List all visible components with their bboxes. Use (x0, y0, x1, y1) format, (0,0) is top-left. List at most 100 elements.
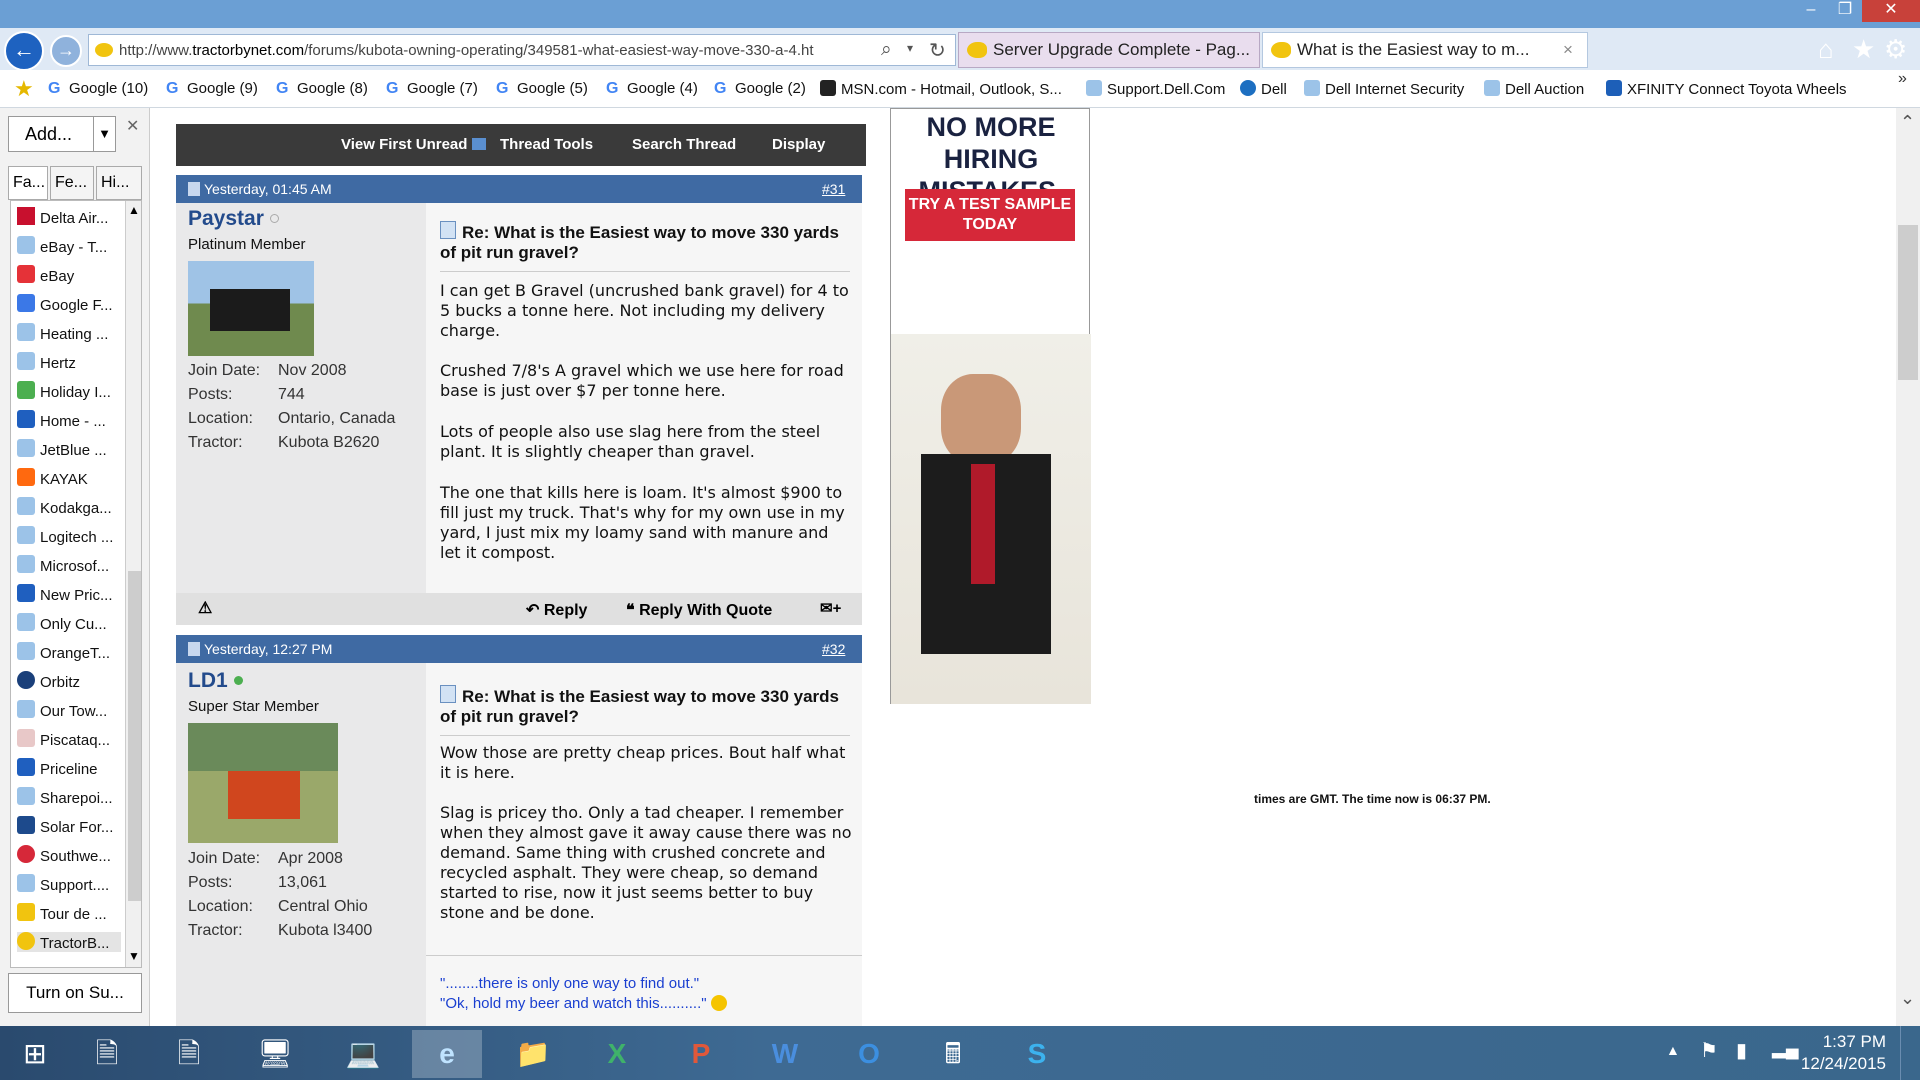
taskbar-explorer-icon[interactable]: 📁 (498, 1030, 568, 1078)
list-item[interactable]: Kodakga... (17, 497, 112, 517)
taskbar-app-computer-icon[interactable]: 💻 (328, 1030, 398, 1078)
battery-icon[interactable]: ▮ (1736, 1038, 1747, 1063)
list-item[interactable]: New Pric... (17, 584, 113, 604)
show-desktop-button[interactable] (1900, 1026, 1920, 1080)
username-link[interactable]: LD1 (188, 669, 243, 693)
list-item[interactable]: eBay (17, 265, 74, 285)
maximize-button[interactable]: ❐ (1828, 0, 1862, 22)
display-button[interactable]: Display (772, 136, 825, 153)
fav-dell-auction[interactable]: Dell Auction (1484, 80, 1584, 98)
scroll-up-arrow-icon[interactable]: ▲ (128, 203, 140, 217)
taskbar-skype-icon[interactable]: S (1002, 1030, 1072, 1078)
start-button[interactable]: ⊞ (0, 1030, 70, 1078)
turn-on-suggested-sites-button[interactable]: Turn on Su... (8, 973, 142, 1013)
post-number-link[interactable]: #32 (822, 635, 845, 663)
taskbar-app-file-icon[interactable]: 🗎 (72, 1030, 142, 1078)
list-item[interactable]: Orbitz (17, 671, 80, 691)
taskbar-calculator-icon[interactable]: 🖩 (918, 1030, 988, 1078)
list-item[interactable]: Home - ... (17, 410, 106, 430)
fav-google-4[interactable]: G Google (4) (606, 80, 698, 97)
close-window-button[interactable]: ✕ (1862, 0, 1920, 22)
list-item[interactable]: Support.... (17, 874, 109, 894)
home-icon[interactable]: ⌂ (1818, 34, 1834, 65)
refresh-icon[interactable]: ↻ (929, 38, 946, 63)
list-item[interactable]: Tour de ... (17, 903, 107, 923)
tab-close-icon[interactable]: × (1563, 33, 1573, 67)
fav-xfinity[interactable]: XFINITY Connect Toyota Wheels (1606, 80, 1847, 98)
scroll-up-arrow-icon[interactable]: ⌃ (1900, 112, 1915, 133)
more-favorites-chevron-icon[interactable]: » (1898, 70, 1907, 88)
close-sidebar-icon[interactable]: ✕ (126, 116, 139, 136)
taskbar-outlook-icon[interactable]: O (834, 1030, 904, 1078)
list-item[interactable]: Solar For... (17, 816, 113, 836)
page-scroll-thumb[interactable] (1898, 225, 1918, 380)
list-item[interactable]: OrangeT... (17, 642, 110, 662)
fav-google-2[interactable]: G Google (2) (714, 80, 806, 97)
list-item[interactable]: Holiday I... (17, 381, 111, 401)
gear-icon[interactable]: ⚙ (1884, 34, 1907, 65)
taskbar-app-control-icon[interactable]: 🖥 (240, 1030, 310, 1078)
user-avatar[interactable] (188, 261, 314, 356)
username-link[interactable]: Paystar (188, 207, 279, 231)
list-item[interactable]: Heating ... (17, 323, 108, 343)
fav-support-dell[interactable]: Support.Dell.Com (1086, 80, 1225, 98)
user-avatar[interactable] (188, 723, 338, 843)
taskbar-ie-icon[interactable]: e (412, 1030, 482, 1078)
fav-dell-internet-security[interactable]: Dell Internet Security (1304, 80, 1464, 98)
advertisement[interactable]: NO MORE HIRING MISTAKES. TRY A TEST SAMP… (890, 108, 1091, 704)
action-center-flag-icon[interactable]: ⚑ (1700, 1038, 1718, 1063)
post-number-link[interactable]: #31 (822, 175, 845, 203)
list-item[interactable]: Delta Air... (17, 207, 108, 227)
taskbar-word-icon[interactable]: W (750, 1030, 820, 1078)
clock-date[interactable]: 12/24/2015 (1800, 1054, 1886, 1074)
ad-cta-button[interactable]: TRY A TEST SAMPLE TODAY (905, 189, 1075, 241)
add-favorite-star-icon[interactable]: ★ (14, 76, 34, 102)
list-item[interactable]: Only Cu... (17, 613, 107, 633)
list-item[interactable]: Piscataq... (17, 729, 110, 749)
list-item[interactable]: JetBlue ... (17, 439, 107, 459)
tab-history[interactable]: Hi... (96, 166, 142, 200)
list-item[interactable]: Google F... (17, 294, 113, 314)
reply-with-quote-button[interactable]: ❝ Reply With Quote (626, 600, 772, 620)
dropdown-arrow-icon[interactable]: ▾ (907, 41, 913, 55)
fav-google-8[interactable]: G Google (8) (276, 80, 368, 97)
scroll-down-arrow-icon[interactable]: ⌄ (1900, 988, 1915, 1009)
address-bar[interactable]: http://www.tractorbynet.com/forums/kubot… (88, 34, 956, 66)
reply-button[interactable]: ↶ Reply (526, 600, 587, 620)
back-button[interactable]: ← (4, 31, 44, 71)
multi-quote-icon[interactable]: ✉+ (820, 599, 841, 617)
fav-google-7[interactable]: G Google (7) (386, 80, 478, 97)
favorites-star-icon[interactable]: ★ (1852, 34, 1875, 65)
list-item[interactable]: Logitech ... (17, 526, 113, 546)
tab-favorites[interactable]: Fa... (8, 166, 48, 200)
list-item[interactable]: Southwe... (17, 845, 111, 865)
tab-server-upgrade[interactable]: Server Upgrade Complete - Pag... (958, 32, 1260, 68)
add-favorite-button[interactable]: Add... ▼ (8, 116, 116, 152)
taskbar-app-file-icon[interactable]: 🗎 (154, 1030, 224, 1078)
list-item[interactable]: Our Tow... (17, 700, 107, 720)
forward-button[interactable]: → (50, 35, 82, 67)
report-post-icon[interactable]: ⚠ (198, 598, 212, 618)
fav-msn[interactable]: MSN.com - Hotmail, Outlook, S... (820, 80, 1062, 98)
search-thread-button[interactable]: Search Thread (632, 136, 736, 153)
taskbar-powerpoint-icon[interactable]: P (666, 1030, 736, 1078)
list-item-selected[interactable]: TractorB... (17, 932, 121, 952)
taskbar-excel-icon[interactable]: X (582, 1030, 652, 1078)
sidebar-scrollbar[interactable]: ▲ ▼ (125, 201, 141, 967)
show-hidden-icons-icon[interactable]: ▲ (1666, 1042, 1680, 1058)
list-item[interactable]: eBay - T... (17, 236, 107, 256)
network-signal-icon[interactable]: ▂▄ (1772, 1038, 1799, 1059)
search-icon[interactable]: ⌕ (881, 39, 892, 61)
list-item[interactable]: Microsof... (17, 555, 109, 575)
thread-tools-button[interactable]: Thread Tools (500, 136, 593, 153)
scroll-down-arrow-icon[interactable]: ▼ (128, 949, 140, 963)
clock-time[interactable]: 1:37 PM (1810, 1032, 1886, 1052)
tab-active-thread[interactable]: What is the Easiest way to m... × (1262, 32, 1588, 68)
minimize-button[interactable]: – (1794, 0, 1828, 22)
sidebar-scroll-thumb[interactable] (128, 571, 141, 901)
add-dropdown-icon[interactable]: ▼ (93, 117, 115, 151)
tab-feeds[interactable]: Fe... (50, 166, 94, 200)
list-item[interactable]: Sharepoi... (17, 787, 113, 807)
view-first-unread-button[interactable]: View First Unread (341, 136, 486, 153)
fav-google-10[interactable]: G Google (10) (48, 80, 148, 97)
